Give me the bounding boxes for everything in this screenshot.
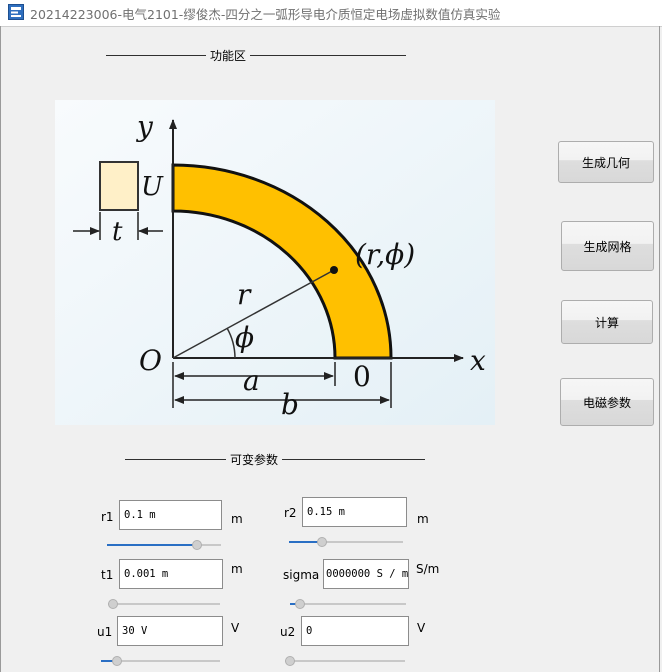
u-label: U — [141, 172, 164, 202]
phi-label: ϕ — [235, 321, 254, 354]
u1-slider-thumb[interactable] — [111, 656, 122, 666]
sigma-slider-thumb[interactable] — [295, 599, 306, 609]
em-params-button[interactable]: 电磁参数 — [560, 378, 654, 426]
app-icon — [8, 4, 24, 20]
u2-slider-thumb[interactable] — [285, 656, 295, 666]
point-label: (r,ϕ) — [355, 238, 415, 271]
compute-button[interactable]: 计算 — [561, 300, 653, 344]
t1-label: t1 — [101, 568, 114, 582]
origin-label: O — [139, 344, 162, 377]
sigma-field[interactable]: 0000000 S / m — [323, 559, 409, 589]
sigma-unit: S/m — [416, 562, 440, 576]
geometry-diagram: y x O U t r ϕ (r,ϕ) a b 0 — [55, 100, 495, 425]
zero-label: 0 — [353, 360, 371, 393]
r2-field[interactable]: 0.15 m — [302, 497, 407, 527]
r1-slider-thumb[interactable] — [192, 540, 203, 550]
function-group-label: 功能区 — [206, 47, 251, 64]
r-label: r — [237, 278, 252, 311]
u1-unit: V — [231, 621, 240, 635]
r2-slider-thumb[interactable] — [317, 537, 328, 547]
r2-label: r2 — [284, 506, 297, 520]
u1-slider[interactable] — [101, 654, 220, 668]
t1-slider[interactable] — [108, 597, 220, 611]
u2-unit: V — [417, 621, 426, 635]
title-bar: 20214223006-电气2101-缪俊杰-四分之一弧形导电介质恒定电场虚拟数… — [0, 0, 662, 27]
thickness-box — [99, 161, 139, 211]
r1-field[interactable]: 0.1 m — [119, 500, 222, 530]
u2-label: u2 — [280, 625, 296, 639]
u2-field[interactable]: 0 — [301, 616, 409, 646]
y-axis-label: y — [135, 110, 154, 143]
r2-slider[interactable] — [289, 535, 403, 549]
generate-mesh-button[interactable]: 生成网格 — [561, 221, 654, 271]
b-label: b — [281, 388, 299, 421]
a-label: a — [243, 364, 260, 397]
u1-field[interactable]: 30 V — [117, 616, 223, 646]
u2-slider[interactable] — [285, 654, 405, 668]
window-title: 20214223006-电气2101-缪俊杰-四分之一弧形导电介质恒定电场虚拟数… — [30, 7, 501, 22]
r2-unit: m — [417, 512, 429, 526]
sigma-slider[interactable] — [290, 597, 406, 611]
u1-label: u1 — [97, 625, 113, 639]
function-group-line — [106, 55, 406, 56]
t-label: t — [112, 217, 123, 247]
t1-field[interactable]: 0.001 m — [119, 559, 223, 589]
radius-point — [330, 266, 338, 274]
r1-slider[interactable] — [107, 538, 221, 552]
r1-unit: m — [231, 512, 243, 526]
params-group-label: 可变参数 — [226, 451, 283, 468]
generate-geometry-button[interactable]: 生成几何 — [558, 141, 654, 183]
t1-slider-thumb[interactable] — [108, 599, 118, 609]
x-axis-label: x — [470, 344, 486, 377]
r1-label: r1 — [101, 510, 114, 524]
sigma-label: sigma — [283, 568, 320, 582]
t1-unit: m — [231, 562, 243, 576]
